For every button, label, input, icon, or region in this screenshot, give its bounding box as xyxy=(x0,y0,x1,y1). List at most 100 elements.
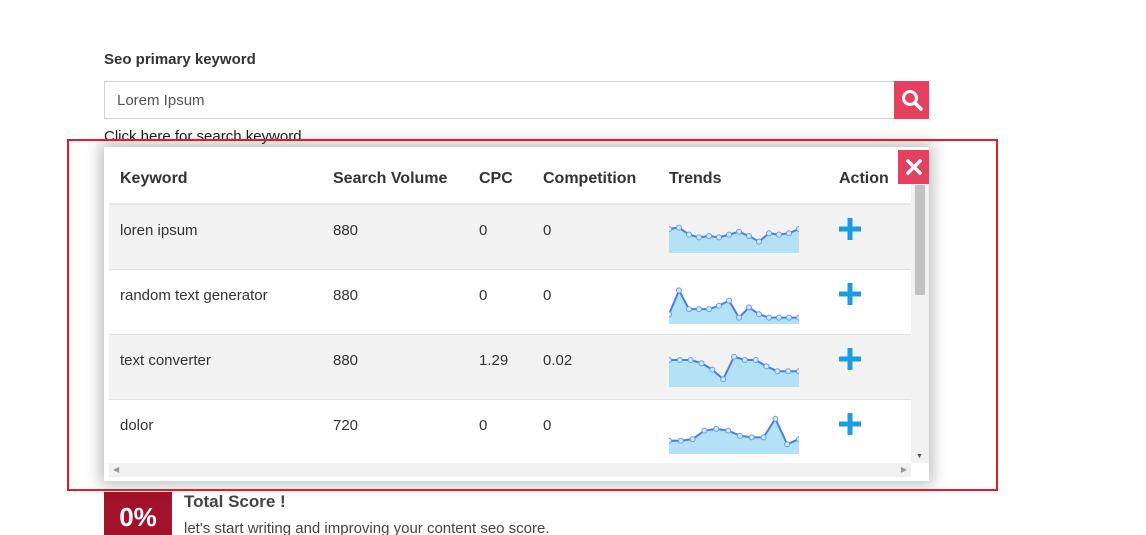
trend-point xyxy=(731,353,737,360)
trend-point xyxy=(686,231,692,238)
plus-icon xyxy=(839,347,861,370)
trend-point xyxy=(741,356,748,363)
trend-point xyxy=(687,356,694,363)
header-trends: Trends xyxy=(658,155,828,205)
trend-point xyxy=(666,356,672,363)
add-keyword-button[interactable] xyxy=(839,347,861,374)
score-subtitle: let's start writing and improving your c… xyxy=(184,520,550,535)
trend-point xyxy=(785,367,792,374)
trend-point xyxy=(666,226,672,232)
trend-point xyxy=(726,297,732,304)
trend-point xyxy=(756,310,762,317)
trend-point xyxy=(763,362,770,369)
search-button[interactable] xyxy=(894,81,929,119)
trend-point xyxy=(786,230,792,237)
trend-point xyxy=(676,286,682,293)
keyword-label: Seo primary keyword xyxy=(104,51,256,68)
search-icon xyxy=(901,90,923,111)
cpc-cell: 0 xyxy=(468,204,532,270)
trend-point xyxy=(776,314,782,321)
scroll-left-arrow-icon[interactable]: ◀ xyxy=(113,465,119,474)
keyword-search-row xyxy=(104,81,929,119)
volume-cell: 720 xyxy=(322,399,468,463)
keyword-table-viewport: Keyword Search Volume CPC Competition Tr… xyxy=(109,155,911,463)
search-keyword-link[interactable]: Click here for search keyword xyxy=(104,128,302,145)
trend-sparkline xyxy=(666,286,802,324)
close-popup-button[interactable] xyxy=(898,150,929,184)
trend-point xyxy=(748,433,755,440)
vertical-scrollbar[interactable]: ▼ xyxy=(911,155,929,463)
close-icon xyxy=(905,159,922,175)
trend-point xyxy=(784,440,791,447)
trend-point xyxy=(746,233,752,239)
trend-area xyxy=(669,418,799,454)
competition-cell: 0 xyxy=(532,204,658,270)
add-keyword-button[interactable] xyxy=(839,218,861,244)
horizontal-scrollbar[interactable]: ◀ ▶ xyxy=(109,463,911,477)
trend-point xyxy=(766,230,772,237)
trend-point xyxy=(689,435,696,442)
action-cell xyxy=(828,399,911,463)
trend-point xyxy=(725,427,732,434)
add-keyword-button[interactable] xyxy=(839,282,861,309)
volume-cell: 880 xyxy=(322,269,468,335)
trend-point xyxy=(760,433,767,440)
vertical-scroll-thumb[interactable] xyxy=(915,185,925,295)
keyword-cell: loren ipsum xyxy=(109,204,322,270)
trend-point xyxy=(676,356,683,363)
action-cell xyxy=(828,204,911,270)
trend-cell xyxy=(658,334,828,400)
trend-point xyxy=(713,425,720,432)
trend-point xyxy=(666,437,672,444)
trend-point xyxy=(786,314,792,321)
trend-sparkline xyxy=(666,224,802,253)
keyword-cell: text converter xyxy=(109,334,322,400)
competition-cell: 0.02 xyxy=(532,334,658,400)
trend-point xyxy=(796,226,802,232)
trend-point xyxy=(756,238,762,245)
table-header-row: Keyword Search Volume CPC Competition Tr… xyxy=(109,155,911,205)
trend-point xyxy=(701,427,708,434)
trend-point xyxy=(706,233,712,239)
header-search-volume[interactable]: Search Volume xyxy=(322,155,468,205)
keyword-cell: dolor xyxy=(109,399,322,463)
table-row: text converter 880 1.29 0.02 xyxy=(109,334,911,400)
trend-point xyxy=(696,305,702,312)
keyword-suggestions-popup: Keyword Search Volume CPC Competition Tr… xyxy=(104,147,929,481)
keyword-table: Keyword Search Volume CPC Competition Tr… xyxy=(109,155,911,463)
cpc-cell: 0 xyxy=(468,269,532,335)
trend-point xyxy=(726,231,732,238)
keyword-cell: random text generator xyxy=(109,269,322,335)
header-competition[interactable]: Competition xyxy=(532,155,658,205)
trend-sparkline xyxy=(666,415,802,454)
trend-point xyxy=(709,366,716,373)
trend-point xyxy=(752,356,759,363)
trend-cell xyxy=(658,204,828,270)
keyword-input[interactable] xyxy=(104,81,894,119)
trend-point xyxy=(698,359,705,366)
add-keyword-button[interactable] xyxy=(839,412,861,439)
cpc-cell: 1.29 xyxy=(468,334,532,400)
trend-point xyxy=(796,435,802,442)
trend-area xyxy=(669,227,799,253)
trend-point xyxy=(774,367,781,374)
table-row: loren ipsum 880 0 0 xyxy=(109,204,911,270)
trend-point xyxy=(766,314,772,321)
trend-point xyxy=(677,437,684,444)
action-cell xyxy=(828,269,911,335)
cpc-cell: 0 xyxy=(468,399,532,463)
trend-point xyxy=(736,314,742,321)
header-cpc[interactable]: CPC xyxy=(468,155,532,205)
trend-point xyxy=(776,231,782,238)
trend-point xyxy=(676,224,682,231)
competition-cell: 0 xyxy=(532,399,658,463)
trend-point xyxy=(746,303,752,310)
scroll-down-arrow-icon[interactable]: ▼ xyxy=(916,453,923,460)
plus-icon xyxy=(839,218,861,240)
score-badge: 0% xyxy=(104,492,172,535)
trend-point xyxy=(686,305,692,312)
trend-point xyxy=(796,314,802,321)
trend-point xyxy=(706,305,712,312)
header-keyword[interactable]: Keyword xyxy=(109,155,322,205)
scroll-right-arrow-icon[interactable]: ▶ xyxy=(901,465,907,474)
